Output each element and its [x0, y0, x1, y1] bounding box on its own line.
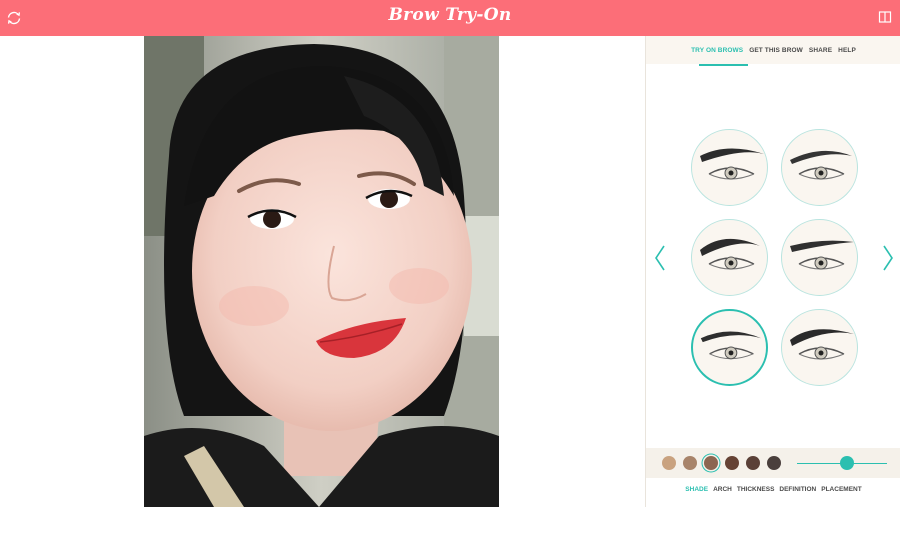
shade-swatch[interactable]	[725, 456, 739, 470]
tab-bar: TRY ON BROWS GET THIS BROW SHARE HELP	[646, 36, 900, 64]
brow-option-thin-rounded[interactable]	[691, 309, 768, 386]
brow-option-bold-straight[interactable]	[691, 129, 768, 206]
brow-eye-illustration	[700, 331, 762, 360]
prop-thickness[interactable]: THICKNESS	[737, 486, 775, 500]
brow-panel: TRY ON BROWS GET THIS BROW SHARE HELP SH…	[645, 36, 900, 507]
shade-swatch[interactable]	[683, 456, 697, 470]
brow-option-straight-tapered[interactable]	[781, 219, 858, 296]
app-title: Brow Try-On	[388, 5, 512, 25]
brow-eye-illustration	[700, 148, 764, 180]
shade-swatch-selected[interactable]	[704, 456, 718, 470]
property-tabs: SHADE ARCH THICKNESS DEFINITION PLACEMEN…	[646, 486, 900, 500]
tab-help[interactable]: HELP	[838, 47, 856, 54]
brow-eye-illustration	[700, 238, 760, 270]
prop-shade[interactable]: SHADE	[685, 486, 708, 500]
tab-get-this-brow[interactable]: GET THIS BROW	[749, 47, 803, 54]
tab-share[interactable]: SHARE	[809, 47, 832, 54]
brow-eye-illustration	[790, 240, 854, 270]
panel-toggle-icon[interactable]	[878, 10, 892, 24]
prop-arch[interactable]: ARCH	[713, 486, 732, 500]
chevron-left-icon[interactable]	[653, 244, 667, 272]
shade-bar	[646, 448, 900, 478]
app-header: Brow Try-On	[0, 0, 900, 36]
active-tab-indicator	[699, 64, 748, 66]
chevron-right-icon[interactable]	[881, 244, 895, 272]
tab-try-on-brows[interactable]: TRY ON BROWS	[691, 47, 743, 54]
face-illustration	[144, 36, 499, 507]
shade-swatch[interactable]	[746, 456, 760, 470]
prop-definition[interactable]: DEFINITION	[779, 486, 816, 500]
shade-swatch[interactable]	[767, 456, 781, 470]
brow-option-full-arched[interactable]	[691, 219, 768, 296]
face-photo	[144, 36, 499, 507]
brow-option-soft-arched[interactable]	[781, 129, 858, 206]
brow-option-high-arched[interactable]	[781, 309, 858, 386]
brow-eye-illustration	[790, 329, 854, 360]
intensity-slider-thumb[interactable]	[839, 456, 854, 470]
shade-swatch[interactable]	[662, 456, 676, 470]
brow-eye-illustration	[790, 150, 852, 180]
prop-placement[interactable]: PLACEMENT	[821, 486, 861, 500]
